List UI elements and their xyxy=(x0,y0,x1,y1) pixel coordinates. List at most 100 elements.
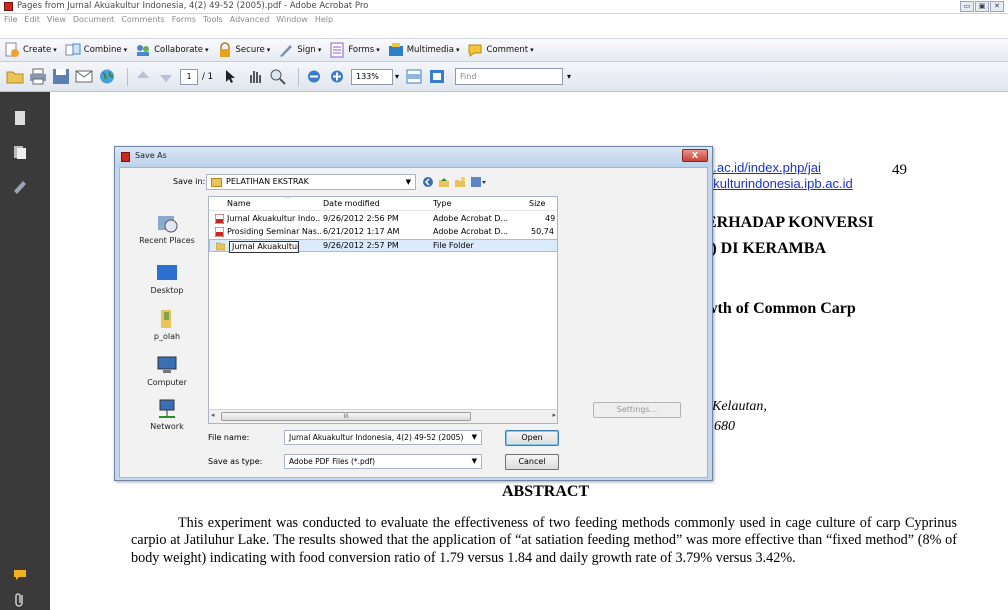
save-icon[interactable] xyxy=(52,68,70,85)
cancel-button[interactable]: Cancel xyxy=(505,454,559,470)
email-icon[interactable] xyxy=(75,68,93,85)
paperclip-icon[interactable] xyxy=(13,592,27,608)
close-window-button[interactable]: ✕ xyxy=(990,1,1004,12)
menu-forms[interactable]: Forms xyxy=(172,14,196,26)
open-button[interactable]: Open xyxy=(505,430,559,446)
scroll-left-arrow-icon[interactable]: ◂ xyxy=(211,411,215,419)
sort-arrow-icon: ^ xyxy=(285,196,291,203)
secure-button[interactable]: Secure ▾ xyxy=(217,40,270,60)
place-recent-places[interactable]: Recent Places xyxy=(126,212,208,245)
toolbar-separator xyxy=(297,67,299,86)
previous-page-icon[interactable] xyxy=(134,68,152,85)
menu-window[interactable]: Window xyxy=(276,14,308,26)
settings-button[interactable]: Settings... xyxy=(593,402,681,418)
forms-button[interactable]: Forms ▾ xyxy=(329,40,380,60)
create-button[interactable]: Create ▾ xyxy=(4,40,57,60)
abstract-heading: ABSTRACT xyxy=(502,483,590,500)
up-folder-icon[interactable] xyxy=(438,176,450,188)
zoom-out-icon[interactable] xyxy=(305,68,323,85)
signatures-panel-icon[interactable] xyxy=(13,178,27,194)
rename-folder-input[interactable]: Jurnal Akuakultur xyxy=(229,241,299,253)
menu-advanced[interactable]: Advanced xyxy=(230,14,270,26)
place-network[interactable]: Network xyxy=(126,398,208,431)
maximize-button[interactable]: ▣ xyxy=(975,1,989,12)
collaborate-button[interactable]: Collaborate ▾ xyxy=(135,40,209,60)
menu-view[interactable]: View xyxy=(47,14,66,26)
marquee-zoom-icon[interactable] xyxy=(269,68,287,85)
select-tool-icon[interactable] xyxy=(223,68,241,85)
views-menu-icon[interactable] xyxy=(470,176,486,188)
affiliation-line-1: Kelautan, xyxy=(712,399,767,414)
navigation-toolbar: 1 / 1 133% ▾ Find ▾ xyxy=(0,62,1008,92)
file-date: 9/26/2012 2:57 PM xyxy=(323,241,399,250)
menu-file[interactable]: File xyxy=(4,14,17,26)
window-controls: ▭ ▣ ✕ xyxy=(960,1,1004,12)
comments-panel-icon[interactable] xyxy=(13,567,27,583)
menu-bar: File Edit View Document Comments Forms T… xyxy=(0,14,1008,26)
next-page-icon[interactable] xyxy=(157,68,175,85)
comment-icon xyxy=(468,44,482,57)
column-type[interactable]: Type xyxy=(433,199,451,208)
chevron-down-icon: ▼ xyxy=(405,178,411,186)
back-icon[interactable] xyxy=(422,176,434,188)
place-p-olah[interactable]: p_olah xyxy=(126,308,208,341)
combine-button[interactable]: Combine ▾ xyxy=(65,40,127,60)
globe-icon[interactable] xyxy=(98,68,116,85)
hand-tool-icon[interactable] xyxy=(246,68,264,85)
open-folder-icon[interactable] xyxy=(6,68,24,85)
menu-document[interactable]: Document xyxy=(73,14,114,26)
attachments-panel-icon[interactable] xyxy=(13,144,27,160)
full-screen-icon[interactable] xyxy=(428,68,446,85)
file-name-combo[interactable]: Jurnal Akuakultur Indonesia, 4(2) 49-52 … xyxy=(284,430,482,445)
file-date: 6/21/2012 1:17 AM xyxy=(323,227,400,236)
dialog-title: Save As xyxy=(135,151,167,160)
place-label: Network xyxy=(150,422,184,431)
journal-website[interactable]: akulturindonesia.ipb.ac.id xyxy=(706,176,853,191)
column-size[interactable]: Size xyxy=(529,199,545,208)
save-as-type-select[interactable]: Adobe PDF Files (*.pdf) ▼ xyxy=(284,454,482,469)
save-in-dropdown[interactable]: PELATIHAN EKSTRAK ▼ xyxy=(206,174,416,190)
journal-url[interactable]: b.ac.id/index.php/jai xyxy=(706,160,821,175)
comment-button[interactable]: Comment ▾ xyxy=(467,40,534,60)
column-date-modified[interactable]: Date modified xyxy=(323,199,380,208)
menu-comments[interactable]: Comments xyxy=(121,14,164,26)
pdf-file-icon xyxy=(215,214,224,224)
file-row-selected[interactable]: Jurnal Akuakultur 9/26/2012 2:57 PM File… xyxy=(209,239,557,253)
new-folder-icon[interactable] xyxy=(454,176,466,188)
secure-label: Secure xyxy=(235,45,265,55)
place-desktop[interactable]: Desktop xyxy=(126,262,208,295)
find-input[interactable]: Find xyxy=(455,68,563,85)
multimedia-button[interactable]: Multimedia ▾ xyxy=(388,40,459,60)
zoom-dropdown-arrow[interactable]: ▾ xyxy=(395,72,399,81)
caret-icon: ▾ xyxy=(376,46,380,54)
minimize-button[interactable]: ▭ xyxy=(960,1,974,12)
find-dropdown-arrow[interactable]: ▾ xyxy=(567,72,571,81)
place-computer[interactable]: Computer xyxy=(126,354,208,387)
scrollbar-thumb[interactable]: III xyxy=(221,412,471,421)
menu-help[interactable]: Help xyxy=(315,14,333,26)
file-name-label: File name: xyxy=(208,433,250,442)
computer-icon xyxy=(157,356,177,373)
zoom-level-input[interactable]: 133% xyxy=(350,68,393,85)
sign-label: Sign xyxy=(297,45,316,55)
horizontal-scrollbar[interactable]: ◂ III ▸ xyxy=(209,409,557,423)
menu-tools[interactable]: Tools xyxy=(203,14,223,26)
sign-button[interactable]: Sign ▾ xyxy=(278,40,321,60)
file-row[interactable]: Prosiding Seminar Nas... 6/21/2012 1:17 … xyxy=(209,226,557,239)
zoom-in-icon[interactable] xyxy=(328,68,346,85)
column-name[interactable]: Name xyxy=(227,199,251,208)
page-number-input[interactable]: 1 xyxy=(180,68,198,85)
scroll-right-arrow-icon[interactable]: ▸ xyxy=(552,411,556,419)
file-row[interactable]: Jurnal Akuakultur Indo... 9/26/2012 2:56… xyxy=(209,213,557,226)
pages-panel-icon[interactable] xyxy=(13,110,27,126)
file-type: File Folder xyxy=(433,241,474,250)
dialog-close-button[interactable]: X xyxy=(682,149,708,162)
menu-edit[interactable]: Edit xyxy=(24,14,40,26)
combine-icon xyxy=(65,43,81,56)
forms-icon xyxy=(330,42,344,58)
collaborate-label: Collaborate xyxy=(154,45,204,55)
fit-width-icon[interactable] xyxy=(405,68,423,85)
print-icon[interactable] xyxy=(29,68,47,85)
pdf-file-icon xyxy=(215,227,224,237)
place-label: Desktop xyxy=(150,286,184,295)
